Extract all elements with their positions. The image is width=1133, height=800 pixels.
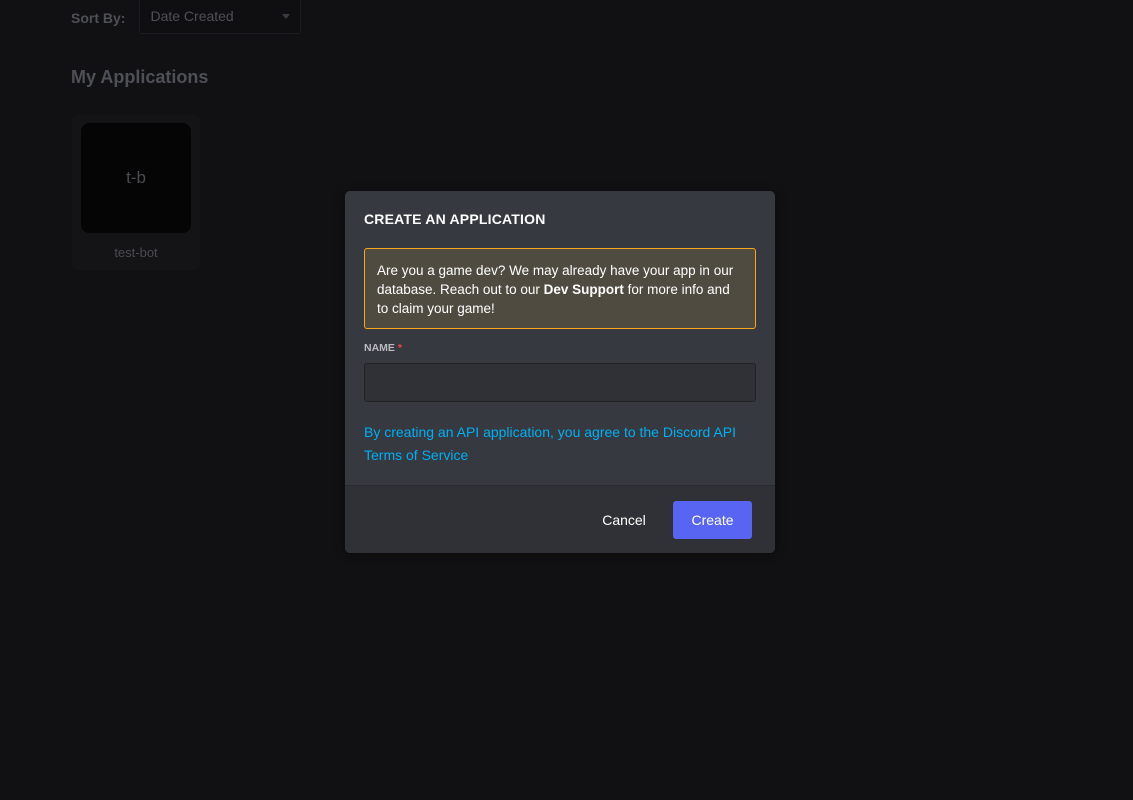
name-label-text: NAME [364,342,395,354]
app-initials: t-b [126,168,146,187]
sort-select[interactable]: Date Created [139,0,302,34]
create-application-modal: CREATE AN APPLICATION Are you a game dev… [345,191,775,553]
sort-label: Sort By: [71,10,126,26]
developer-portal-page: Sort By: Date Created My Applications t-… [0,0,1133,800]
required-marker: * [397,342,403,354]
section-title: My Applications [71,67,209,87]
chevron-down-icon [282,13,291,19]
modal-body: CREATE AN APPLICATION Are you a game dev… [345,191,775,485]
app-name: test-bot [114,245,158,260]
app-card-test-bot[interactable]: t-b test-bot [72,115,200,270]
modal-title: CREATE AN APPLICATION [364,211,546,227]
name-input[interactable] [364,363,756,402]
sort-bar: Sort By: Date Created [71,0,302,36]
cancel-button[interactable]: Cancel [591,502,657,538]
sort-select-value: Date Created [150,8,234,24]
game-dev-notice: Are you a game dev? We may already have … [364,248,756,329]
dev-support-text: Dev Support [543,282,624,297]
name-field-label: NAME * [364,342,402,354]
modal-footer: Cancel Create [345,485,775,553]
terms-of-service-link[interactable]: By creating an API application, you agre… [364,421,756,467]
app-icon: t-b [81,123,191,233]
create-button[interactable]: Create [673,501,752,539]
